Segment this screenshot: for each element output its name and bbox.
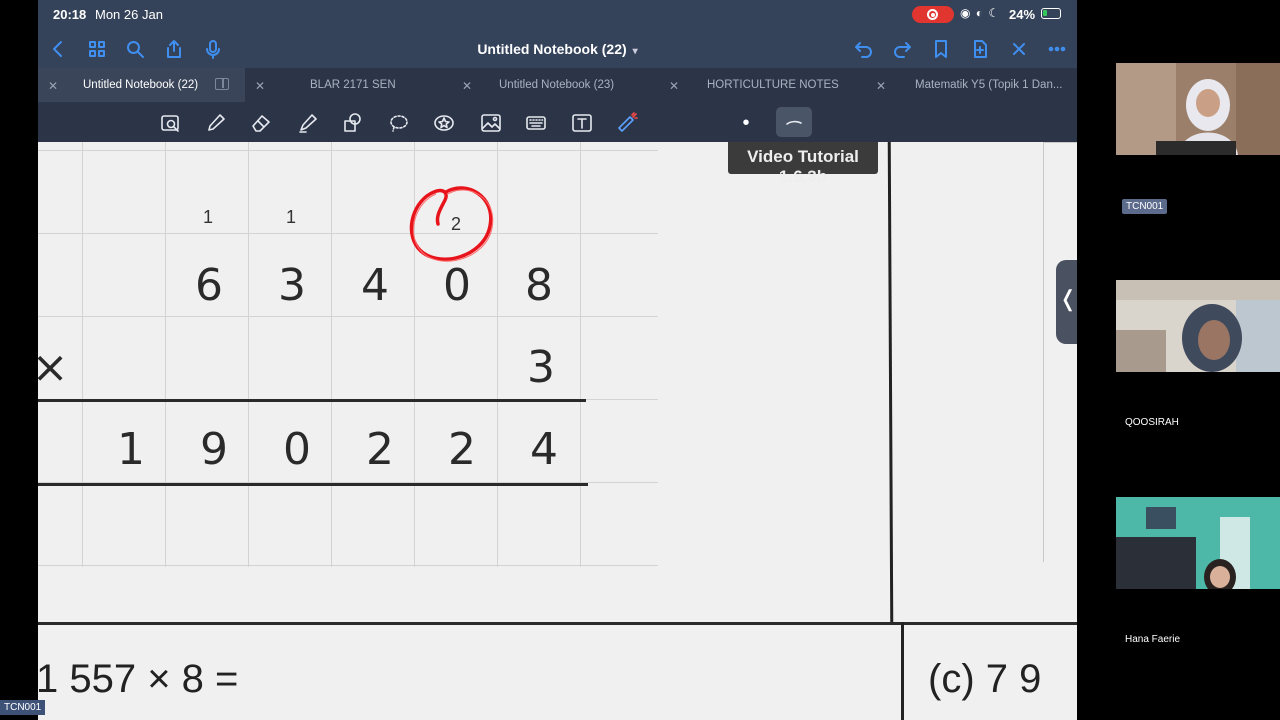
sticker-icon[interactable] bbox=[431, 110, 457, 136]
carry-digit: 1 bbox=[202, 207, 214, 227]
participant-name: Hana Faerie bbox=[1125, 634, 1181, 645]
tab-matematik-y5[interactable]: ✕ Matematik Y5 (Topik 1 Dan... bbox=[866, 68, 1077, 102]
video-feed-image bbox=[1116, 63, 1280, 155]
tab-untitled-notebook-23[interactable]: ✕ Untitled Notebook (23) bbox=[452, 68, 659, 102]
document-title-text: Untitled Notebook (22) bbox=[477, 41, 627, 57]
screen-recording-icon bbox=[912, 6, 954, 23]
battery-percent: 24% bbox=[1009, 7, 1036, 22]
multiplicand-digit: 6 bbox=[195, 260, 223, 311]
close-icon[interactable] bbox=[1008, 38, 1030, 60]
tab-close-icon[interactable]: ✕ bbox=[669, 79, 679, 93]
image-icon[interactable] bbox=[478, 110, 504, 136]
participant-name: TCN001 bbox=[1122, 199, 1168, 214]
wifi-icon: ◉ ◐ ☾ bbox=[960, 6, 1001, 20]
bookmark-icon[interactable] bbox=[930, 38, 952, 60]
answer-rule bbox=[38, 483, 588, 486]
tab-close-icon[interactable]: ✕ bbox=[48, 79, 58, 93]
notebook-navbar: Untitled Notebook (22) ▾ bbox=[38, 30, 1077, 110]
tab-blar-2171-sen[interactable]: ✕ BLAR 2171 SEN bbox=[245, 68, 452, 102]
tab-label: HORTICULTURE NOTES bbox=[707, 79, 839, 91]
shared-screen: 20:18 Mon 26 Jan ◉ ◐ ☾ 24% Untitled Note… bbox=[38, 0, 1077, 720]
chevron-left-icon: ❬ bbox=[1058, 286, 1077, 311]
tab-label: Untitled Notebook (22) bbox=[83, 79, 199, 91]
question-b: 1 557 × 8 = bbox=[38, 657, 239, 701]
undo-icon[interactable] bbox=[853, 38, 875, 60]
tab-horticulture-notes[interactable]: ✕ HORTICULTURE NOTES bbox=[659, 68, 866, 102]
product-digit: 2 bbox=[448, 424, 476, 475]
multiply-sign: × bbox=[38, 342, 69, 393]
carry-digit: 1 bbox=[285, 207, 297, 227]
participants-panel: TCN001 QOOSIRAH Hana Faerie bbox=[1077, 0, 1280, 720]
tab-label: Untitled Notebook (23) bbox=[499, 79, 615, 91]
zoom-window-icon[interactable] bbox=[158, 110, 184, 136]
multiplicand-digit: 0 bbox=[443, 260, 471, 311]
tab-untitled-notebook-22[interactable]: ✕ Untitled Notebook (22) bbox=[38, 68, 245, 102]
question-c: (c) 7 9 bbox=[928, 657, 1042, 701]
participant-video[interactable] bbox=[1116, 280, 1280, 372]
eraser-icon[interactable] bbox=[248, 110, 274, 136]
pen-icon[interactable] bbox=[203, 110, 229, 136]
drawing-toolbar: • bbox=[38, 102, 1077, 142]
status-bar: 20:18 Mon 26 Jan ◉ ◐ ☾ 24% bbox=[38, 0, 1077, 30]
self-view-label: TCN001 bbox=[0, 700, 46, 715]
tab-label: BLAR 2171 SEN bbox=[310, 79, 396, 91]
participant-video[interactable] bbox=[1116, 63, 1280, 155]
multiplier-digit: 3 bbox=[527, 342, 555, 393]
redo-icon[interactable] bbox=[891, 38, 913, 60]
tab-close-icon[interactable]: ✕ bbox=[876, 79, 886, 93]
pen-style-icon[interactable] bbox=[776, 107, 812, 137]
shapes-icon[interactable] bbox=[340, 110, 366, 136]
tab-close-icon[interactable]: ✕ bbox=[255, 79, 265, 93]
section-divider bbox=[38, 622, 1077, 625]
product-digit: 2 bbox=[366, 424, 394, 475]
keyboard-icon[interactable] bbox=[523, 110, 549, 136]
pen-size-dot-icon[interactable]: • bbox=[733, 110, 759, 136]
tab-label: Matematik Y5 (Topik 1 Dan... bbox=[915, 79, 1063, 91]
status-time: 20:18 bbox=[53, 7, 87, 22]
red-circle-annotation bbox=[409, 186, 494, 262]
split-view-icon[interactable] bbox=[215, 78, 229, 90]
participant-video[interactable] bbox=[1116, 497, 1280, 589]
participant-name: QOOSIRAH bbox=[1125, 417, 1179, 428]
next-page-edge bbox=[1043, 142, 1077, 562]
laser-pointer-icon[interactable] bbox=[614, 110, 640, 136]
operation-rule bbox=[38, 399, 586, 402]
highlighter-icon[interactable] bbox=[295, 110, 321, 136]
multiplicand-digit: 3 bbox=[278, 260, 306, 311]
tab-bar: ✕ Untitled Notebook (22) ✕ BLAR 2171 SEN… bbox=[38, 68, 1077, 102]
tab-close-icon[interactable]: ✕ bbox=[462, 79, 472, 93]
product-digit: 0 bbox=[283, 424, 311, 475]
status-date: Mon 26 Jan bbox=[95, 7, 163, 22]
video-feed-image bbox=[1116, 497, 1280, 589]
lasso-icon[interactable] bbox=[386, 110, 412, 136]
product-digit: 1 bbox=[117, 424, 145, 475]
product-digit: 4 bbox=[530, 424, 558, 475]
column-divider bbox=[901, 622, 904, 720]
worksheet-grid bbox=[38, 142, 658, 567]
more-icon[interactable] bbox=[1046, 38, 1068, 60]
product-digit: 9 bbox=[200, 424, 228, 475]
video-tutorial-badge: Video Tutorial 1.6.3b bbox=[728, 142, 878, 186]
notebook-page[interactable]: Video Tutorial 1.6.3b 1 1 2 6 3 4 0 8 × … bbox=[38, 142, 1077, 720]
column-divider bbox=[887, 142, 894, 623]
multiplicand-digit: 4 bbox=[361, 260, 389, 311]
video-feed-image bbox=[1116, 280, 1280, 372]
chevron-down-icon: ▾ bbox=[632, 46, 638, 57]
add-page-icon[interactable] bbox=[969, 38, 991, 60]
battery-icon bbox=[1041, 8, 1061, 19]
text-box-icon[interactable] bbox=[569, 110, 595, 136]
document-title[interactable]: Untitled Notebook (22) ▾ bbox=[38, 41, 1077, 57]
side-panel-handle[interactable]: ❬ bbox=[1056, 260, 1077, 344]
multiplicand-digit: 8 bbox=[525, 260, 553, 311]
